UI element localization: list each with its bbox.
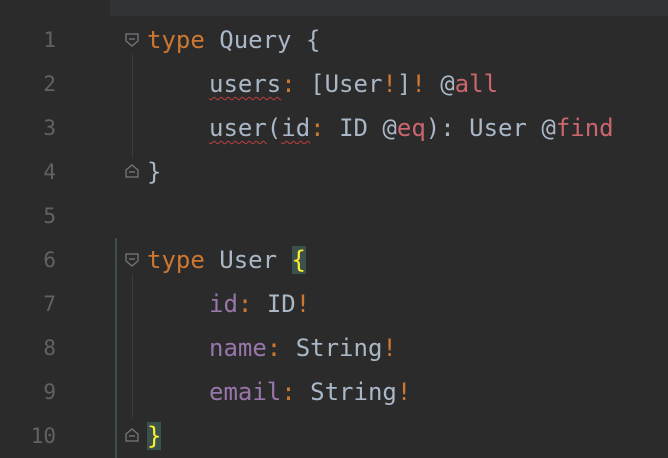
code-line-3[interactable]: user(id: ID @eq): User @find [147, 106, 614, 150]
line-number[interactable]: 7 [0, 282, 56, 326]
field-token: email [209, 378, 282, 406]
code-line-8[interactable]: name: String! [147, 326, 397, 370]
code-line-4[interactable]: } [147, 150, 161, 194]
code-line-9[interactable]: email: String! [147, 370, 411, 414]
line-number[interactable]: 2 [0, 62, 56, 106]
close-brace-token: } [147, 158, 162, 186]
fold-open-icon[interactable] [125, 33, 139, 47]
fold-open-icon[interactable] [125, 253, 139, 267]
code-line-10[interactable]: } [147, 414, 162, 458]
directive-token: all [454, 70, 499, 98]
colon-token: : [237, 290, 267, 318]
indent-guide [132, 54, 133, 158]
code-line-1[interactable]: type Query { [147, 18, 320, 62]
line-number[interactable]: 8 [0, 326, 56, 370]
paren-token: ( [266, 114, 282, 142]
vcs-change-marker[interactable] [115, 238, 117, 458]
type-name-token: User [204, 246, 292, 274]
bang-token: ! [396, 378, 412, 406]
line-number[interactable]: 6 [0, 238, 56, 282]
line-number[interactable]: 4 [0, 150, 56, 194]
indent-guide [132, 274, 133, 418]
line-number-gutter[interactable]: 1 2 3 4 5 6 7 8 9 10 [0, 0, 110, 458]
fold-close-icon[interactable] [125, 164, 139, 178]
line-number[interactable]: 5 [0, 194, 56, 238]
directive-token: find [555, 114, 614, 142]
type-token: ID [339, 114, 383, 142]
at-token: @ [541, 114, 556, 142]
type-token: String [310, 378, 397, 406]
bang-token: ! [382, 70, 397, 98]
colon-token: : [266, 334, 296, 362]
field-token: id [209, 290, 238, 318]
field-token: name [209, 334, 267, 362]
type-token: String [295, 334, 383, 362]
code-line-6[interactable]: type User { [147, 238, 306, 282]
line-number[interactable]: 1 [0, 18, 56, 62]
line-number[interactable]: 10 [0, 414, 56, 458]
code-editor[interactable]: 1 2 3 4 5 6 7 8 9 10 type Query { users:… [0, 0, 668, 458]
at-token: @ [382, 114, 397, 142]
code-line-2[interactable]: users: [User!]! @all [147, 62, 498, 106]
matched-open-brace-token: { [291, 246, 306, 274]
type-token: ID [266, 290, 296, 318]
code-line-7[interactable]: id: ID! [147, 282, 310, 326]
bang-token: ! [382, 334, 397, 362]
argument-token: id [281, 114, 311, 142]
line-number[interactable]: 9 [0, 370, 56, 414]
bracket-token: ] [396, 70, 412, 98]
colon-token: : [281, 378, 311, 406]
directive-token: eq [396, 114, 426, 142]
fold-close-icon[interactable] [125, 428, 139, 442]
line-number[interactable]: 3 [0, 106, 56, 150]
colon-token: : [281, 70, 311, 98]
bracket-token: [ [310, 70, 325, 98]
keyword-token: type [147, 26, 205, 54]
return-type-token: ): User [425, 114, 542, 142]
bang-token: ! [411, 70, 426, 98]
bang-token: ! [295, 290, 311, 318]
field-token: user [209, 114, 267, 142]
type-name-token: Query [204, 26, 306, 54]
field-token: users [209, 70, 282, 98]
colon-token: : [310, 114, 340, 142]
keyword-token: type [147, 246, 205, 274]
matched-close-brace-token: } [147, 422, 162, 450]
at-token: @ [440, 70, 455, 98]
type-token: User [324, 70, 383, 98]
open-brace-token: { [305, 26, 321, 54]
